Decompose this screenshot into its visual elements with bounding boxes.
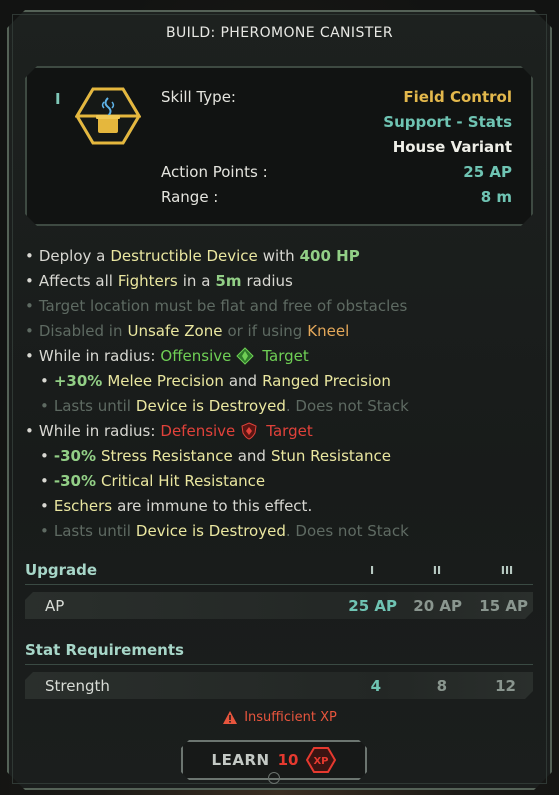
warning-text: Insufficient XP: [244, 710, 337, 725]
pheromone-canister-icon: [75, 87, 141, 145]
skill-type-label: Skill Type:: [161, 88, 236, 106]
desc-line-7: • Lasts until Device is Destroyed . Does…: [40, 397, 409, 415]
stat-requirements-divider: [25, 664, 533, 665]
xp-currency: XP: [314, 756, 329, 767]
insufficient-xp-warning: Insufficient XP: [0, 710, 559, 725]
upgrade-value-3: 15 AP: [479, 597, 528, 615]
xp-icon: XP: [306, 747, 336, 773]
learn-cost: 10: [277, 751, 299, 769]
desc-line-12: • Lasts until Device is Destroyed . Does…: [40, 522, 409, 540]
upgrade-tier-1: I: [369, 564, 375, 577]
strength-label: Strength: [45, 677, 110, 695]
desc-line-2: • Affects all Fighters in a 5m radius: [25, 272, 293, 290]
upgrade-heading: Upgrade: [25, 561, 98, 579]
defensive-debuff-icon: [241, 422, 257, 440]
upgrade-tier-3: III: [500, 564, 514, 577]
desc-line-10: • -30% Critical Hit Resistance: [40, 472, 266, 490]
offensive-buff-icon: [236, 347, 255, 365]
desc-line-3: • Target location must be flat and free …: [25, 297, 408, 315]
desc-line-4: • Disabled in Unsafe Zone or if using Kn…: [25, 322, 350, 340]
upgrade-value-2: 20 AP: [413, 597, 462, 615]
range-value: 8 m: [480, 188, 512, 206]
desc-line-1: • Deploy a Destructible Device with 400 …: [25, 247, 360, 265]
stat-requirements-heading: Stat Requirements: [25, 641, 184, 659]
upgrade-row-label: AP: [45, 597, 65, 615]
upgrade-tier-2: II: [432, 564, 442, 577]
desc-line-9: • -30% Stress Resistance and Stun Resist…: [40, 447, 391, 465]
learn-label: LEARN: [211, 751, 270, 769]
upgrade-divider: [25, 584, 533, 585]
skill-subtype-value: Support - Stats: [383, 113, 512, 131]
strength-value-3: 12: [495, 677, 516, 695]
strength-value-2: 8: [436, 677, 447, 695]
action-points-value: 25 AP: [463, 163, 512, 181]
desc-line-11: • Eschers are immune to this effect.: [40, 497, 313, 515]
strength-value-1: 4: [370, 677, 381, 695]
panel-title: BUILD: PHEROMONE CANISTER: [165, 25, 394, 41]
desc-line-6: • +30% Melee Precision and Ranged Precis…: [40, 372, 391, 390]
desc-line-5: • While in radius: Offensive Target: [25, 347, 309, 365]
skill-type-value: Field Control: [403, 88, 512, 106]
warning-icon: [223, 711, 238, 724]
action-points-label: Action Points :: [161, 163, 268, 181]
upgrade-value-1: 25 AP: [348, 597, 397, 615]
desc-line-8: • While in radius: Defensive Target: [25, 422, 313, 440]
range-label: Range :: [161, 188, 219, 206]
scroll-indicator-icon: [268, 772, 280, 784]
tier-indicator: I: [55, 90, 61, 108]
skill-variant-value: House Variant: [392, 138, 512, 156]
